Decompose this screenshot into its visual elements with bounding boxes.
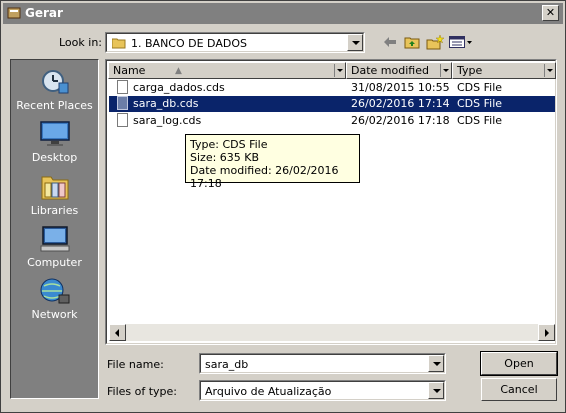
tooltip-size: Size: 635 KB bbox=[190, 151, 260, 164]
file-row[interactable]: sara_db.cds 26/02/2016 17:14 CDS File bbox=[109, 96, 555, 112]
up-folder-icon bbox=[404, 37, 420, 49]
column-header-date[interactable]: Date modified bbox=[346, 62, 452, 79]
column-date-label: Date modified bbox=[351, 64, 429, 77]
cancel-button[interactable]: Cancel bbox=[481, 378, 557, 401]
chevron-down-icon[interactable] bbox=[334, 64, 344, 77]
tooltip-date: Date modified: 26/02/2016 17:18 bbox=[190, 164, 339, 190]
column-header-name[interactable]: Name ▲ bbox=[108, 62, 346, 79]
horizontal-scrollbar[interactable] bbox=[109, 324, 555, 341]
place-recent-places[interactable]: Recent Places bbox=[11, 68, 98, 112]
file-row[interactable]: sara_log.cds 26/02/2016 17:18 CDS File bbox=[109, 113, 555, 129]
column-header-type[interactable]: Type bbox=[452, 62, 556, 79]
file-type: CDS File bbox=[457, 97, 503, 110]
column-type-label: Type bbox=[457, 64, 483, 77]
back-button[interactable] bbox=[379, 32, 401, 52]
places-bar: Recent Places Desktop Libraries Computer… bbox=[10, 59, 99, 399]
file-date: 26/02/2016 17:14 bbox=[351, 97, 450, 110]
libraries-icon bbox=[41, 176, 68, 200]
file-name: sara_log.cds bbox=[133, 114, 202, 127]
filename-field[interactable]: sara_db bbox=[199, 353, 446, 374]
app-icon bbox=[7, 6, 21, 20]
place-computer[interactable]: Computer bbox=[11, 225, 98, 269]
place-label: Libraries bbox=[30, 204, 79, 217]
folder-icon bbox=[111, 37, 126, 52]
filetype-label: Files of type: bbox=[107, 385, 178, 398]
place-libraries[interactable]: Libraries bbox=[11, 173, 98, 217]
chevron-down-icon[interactable] bbox=[428, 382, 444, 399]
close-icon: ✕ bbox=[545, 6, 556, 19]
file-tooltip: Type: CDS File Size: 635 KB Date modifie… bbox=[185, 134, 360, 190]
window-title: Gerar bbox=[25, 6, 63, 20]
tooltip-type: Type: CDS File bbox=[190, 138, 268, 151]
close-button[interactable]: ✕ bbox=[542, 5, 559, 21]
place-network[interactable]: Network bbox=[11, 277, 98, 321]
filename-label: File name: bbox=[107, 358, 164, 371]
place-label: Desktop bbox=[31, 151, 78, 164]
view-menu-button[interactable] bbox=[447, 32, 475, 52]
place-label: Network bbox=[31, 308, 78, 321]
chevron-down-icon[interactable] bbox=[440, 64, 450, 77]
filetype-value: Arquivo de Atualização bbox=[205, 385, 332, 398]
new-folder-icon bbox=[426, 34, 445, 50]
recent-places-icon bbox=[41, 70, 68, 94]
desktop-icon bbox=[39, 121, 70, 146]
scroll-left-button[interactable] bbox=[109, 324, 126, 341]
back-arrow-icon bbox=[384, 37, 396, 47]
file-date: 26/02/2016 17:18 bbox=[351, 114, 450, 127]
file-list[interactable]: Name ▲ Date modified Type carga_dados.cd… bbox=[105, 59, 557, 345]
file-icon bbox=[117, 113, 128, 127]
file-date: 31/08/2015 10:55 bbox=[351, 81, 450, 94]
chevron-down-icon[interactable] bbox=[428, 355, 444, 372]
new-folder-button[interactable] bbox=[424, 32, 446, 52]
file-name: carga_dados.cds bbox=[133, 81, 225, 94]
file-row[interactable]: carga_dados.cds 31/08/2015 10:55 CDS Fil… bbox=[109, 80, 555, 96]
chevron-down-icon[interactable] bbox=[347, 34, 363, 51]
file-type: CDS File bbox=[457, 81, 503, 94]
column-name-label: Name bbox=[113, 64, 146, 77]
up-folder-button[interactable] bbox=[401, 32, 423, 52]
place-label: Recent Places bbox=[16, 99, 93, 112]
view-menu-icon bbox=[449, 36, 472, 48]
file-name: sara_db.cds bbox=[133, 97, 199, 110]
open-button[interactable]: Open bbox=[480, 351, 558, 376]
file-icon bbox=[117, 80, 128, 94]
scroll-right-button[interactable] bbox=[538, 324, 555, 341]
file-icon bbox=[117, 96, 128, 110]
lookin-label: Look in: bbox=[59, 36, 102, 49]
computer-icon bbox=[40, 226, 69, 252]
filetype-select[interactable]: Arquivo de Atualização bbox=[199, 380, 446, 401]
lookin-value: 1. BANCO DE DADOS bbox=[131, 37, 247, 50]
lookin-combo[interactable]: 1. BANCO DE DADOS bbox=[105, 32, 365, 53]
place-label: Computer bbox=[27, 256, 82, 269]
file-dialog: Gerar ✕ Look in: 1. BANCO DE DADOS Recen… bbox=[0, 0, 566, 413]
sort-ascending-icon: ▲ bbox=[175, 66, 182, 76]
filename-value: sara_db bbox=[205, 358, 249, 371]
network-icon bbox=[40, 278, 69, 304]
chevron-down-icon[interactable] bbox=[544, 64, 554, 77]
file-type: CDS File bbox=[457, 114, 503, 127]
place-desktop[interactable]: Desktop bbox=[11, 120, 98, 164]
title-bar: Gerar ✕ bbox=[3, 3, 563, 24]
